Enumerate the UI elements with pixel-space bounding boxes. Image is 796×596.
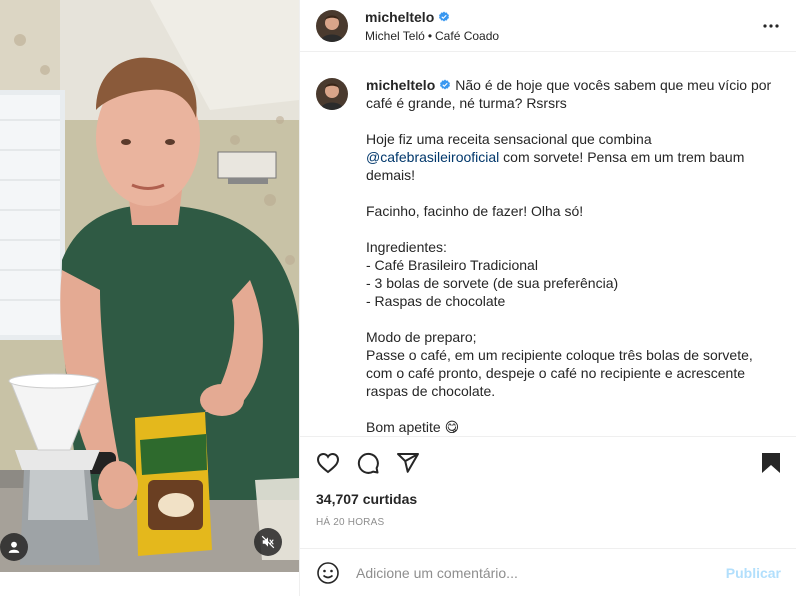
post-sidebar: micheltelo Michel Teló • Café Coado michel… <box>299 0 796 596</box>
verified-badge-icon <box>439 11 450 21</box>
heart-icon <box>316 452 340 474</box>
user-tag-button[interactable] <box>0 533 28 561</box>
caption-text-line: Hoje fiz uma receita sensacional que com… <box>366 131 652 147</box>
caption-text-line: - Raspas de chocolate <box>366 293 506 309</box>
comment-input[interactable] <box>356 564 726 581</box>
video-frame <box>0 0 299 572</box>
caption-text-line: Ingredientes: <box>366 239 447 255</box>
mention-link[interactable]: @cafebrasileirooficial <box>366 149 499 165</box>
verified-badge-icon <box>440 79 451 90</box>
caption-text-line: - 3 bolas de sorvete (de sua preferência… <box>366 275 619 291</box>
muted-speaker-icon <box>261 535 275 549</box>
emoji-button[interactable] <box>316 561 340 585</box>
bookmark-icon <box>762 453 780 473</box>
caption-text-line: Modo de preparo; <box>366 329 477 345</box>
comments-section[interactable]: micheltelo Não é de hoje que vocês sabem … <box>300 60 796 436</box>
header-separator: • <box>427 28 433 43</box>
post-dialog: micheltelo Michel Teló • Café Coado michel… <box>0 0 796 596</box>
caption-text-line: - Café Brasileiro Tradicional <box>366 257 538 273</box>
save-button[interactable] <box>757 449 785 477</box>
caption-text-line: Facinho, facinho de fazer! Olha só! <box>366 203 584 219</box>
comment-button[interactable] <box>354 449 382 477</box>
more-options-button[interactable] <box>762 17 780 35</box>
publish-button[interactable]: Publicar <box>726 565 781 581</box>
post-timestamp[interactable]: HÁ 20 HORAS <box>300 517 796 528</box>
share-button[interactable] <box>394 449 422 477</box>
smiley-icon <box>317 561 339 584</box>
audio-link[interactable]: Café Coado <box>435 29 499 43</box>
add-comment-bar: Publicar <box>300 548 796 596</box>
caption-text-line: Bom apetite 😋 <box>366 419 460 435</box>
share-icon <box>397 453 419 473</box>
more-horizontal-icon <box>763 24 779 28</box>
likes-count[interactable]: 34,707 curtidas <box>300 491 796 507</box>
mute-button[interactable] <box>254 528 282 556</box>
post-caption: micheltelo Não é de hoje que vocês sabem … <box>316 76 781 436</box>
user-tag-icon <box>8 541 20 553</box>
post-video[interactable] <box>0 0 299 572</box>
author-username[interactable]: micheltelo <box>365 9 434 25</box>
caption-username[interactable]: micheltelo <box>366 77 435 93</box>
comment-icon <box>357 452 379 474</box>
author-avatar[interactable] <box>316 9 348 42</box>
post-header: micheltelo Michel Teló • Café Coado <box>300 0 796 52</box>
media-bottom-gap <box>0 572 299 596</box>
action-bar: 34,707 curtidas HÁ 20 HORAS <box>300 436 796 528</box>
caption-avatar[interactable] <box>316 78 348 110</box>
author-display-name[interactable]: Michel Teló <box>365 29 425 43</box>
caption-text-line: Passe o café, em um recipiente coloque t… <box>366 347 753 399</box>
like-button[interactable] <box>314 449 342 477</box>
